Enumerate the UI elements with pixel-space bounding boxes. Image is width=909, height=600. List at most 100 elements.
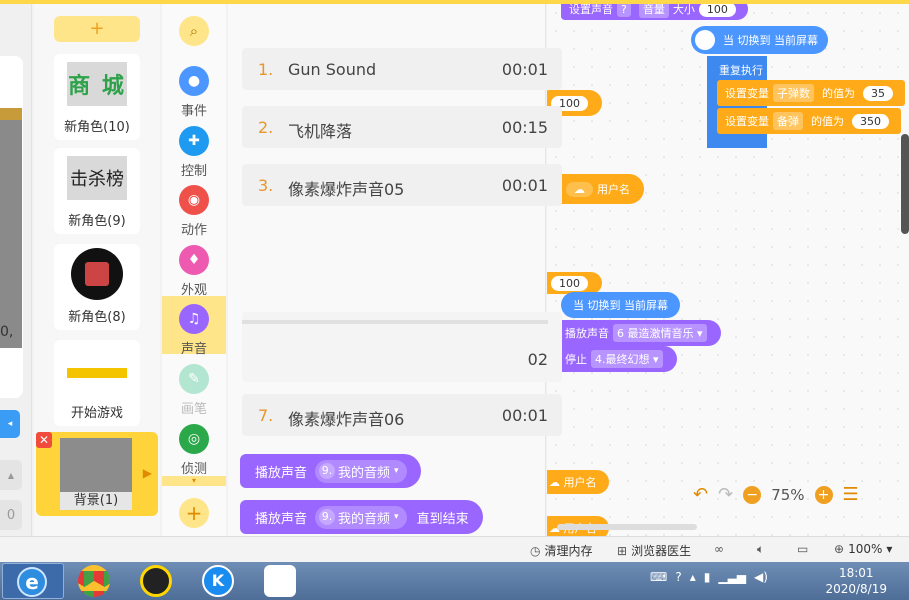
- sprite-card[interactable]: 击杀榜 新角色(9): [54, 148, 140, 234]
- vr-icon[interactable]: ∞: [714, 542, 728, 556]
- sound-list-item[interactable]: 3. 像素爆炸声音05 00:01: [242, 164, 562, 206]
- background-card[interactable]: ✕ 背景(1) ▶: [36, 432, 158, 516]
- window-icon[interactable]: ▭: [797, 542, 812, 556]
- sprite-card[interactable]: 开始游戏: [54, 340, 140, 426]
- category-sound[interactable]: ♫ 声音: [162, 296, 226, 357]
- browser-status-bar: ◷ 清理内存 ⊞ 浏览器医生 ∞ 🔈︎ ▭ ⊕ 100% ▾: [0, 536, 909, 562]
- clear-memory-button[interactable]: ◷ 清理内存: [530, 542, 593, 559]
- undo-icon[interactable]: ↶: [693, 484, 708, 505]
- taskbar: e K ⌨ ? ▴ ▮ ▁▃▅ ◀) 18:01 2020/8/19: [0, 562, 909, 600]
- script-area[interactable]: 设置声音 ? 音量 大小 100 当 切换到 当前屏幕 重复执行 设置变量 子弹…: [547, 4, 909, 536]
- category-label: 事件: [180, 104, 207, 119]
- chrome-icon[interactable]: [78, 565, 110, 597]
- sound-dropdown[interactable]: 9. 我的音频 ▾: [315, 505, 407, 529]
- start-button[interactable]: e: [2, 563, 64, 599]
- kugou-icon[interactable]: K: [202, 565, 234, 597]
- stage-zero-button[interactable]: 0: [0, 500, 22, 530]
- stage-preview[interactable]: [0, 108, 22, 348]
- sprite-card[interactable]: 新角色(8): [54, 244, 140, 330]
- sound-flyout: 1. Gun Sound 00:01 2. 飞机降落 00:15 3. 像素爆炸…: [228, 4, 562, 536]
- control-icon: ✚: [179, 126, 209, 156]
- close-icon[interactable]: ✕: [36, 432, 52, 448]
- sound-name: 像素爆炸声音06: [288, 410, 405, 429]
- when-screen-switch-hat[interactable]: 当 切换到 当前屏幕: [691, 26, 828, 54]
- set-variable-block[interactable]: 设置变量 备弹 的值为 350: [717, 108, 901, 134]
- doctor-icon: ⊞: [617, 543, 628, 558]
- category-sensing[interactable]: ◎ 侦测: [162, 420, 226, 478]
- sprite-name: 新角色(10): [64, 120, 130, 135]
- sound-list-item-dragging[interactable]: 02: [242, 312, 562, 382]
- category-pen[interactable]: ✎ 画笔: [162, 360, 226, 418]
- add-sprite-button[interactable]: +: [54, 16, 140, 42]
- when-screen-switch-hat[interactable]: 当 切换到 当前屏幕: [561, 292, 680, 318]
- category-label: 画笔: [180, 402, 207, 417]
- stage-panel: 0, ◂ ▲ 0: [0, 4, 32, 536]
- stage-partial-number: 0,: [0, 324, 14, 340]
- category-label: 控制: [180, 164, 207, 179]
- sound-duration: 00:01: [501, 176, 548, 195]
- clean-up-icon[interactable]: ☰: [843, 484, 859, 505]
- signal-icon[interactable]: ▁▃▅: [718, 570, 746, 584]
- user-name-block[interactable]: ☁ 用户名: [547, 470, 609, 494]
- zoom-in-button[interactable]: +: [814, 485, 833, 504]
- category-motion[interactable]: ◉ 动作: [162, 181, 226, 239]
- sound-list-item[interactable]: 7. 像素爆炸声音06 00:01: [242, 394, 562, 436]
- sound-list-item[interactable]: 2. 飞机降落 00:15: [242, 106, 562, 148]
- block-categories: ⌕ ● 事件 ✚ 控制 ◉ 动作 ♦ 外观 ♫ 声音 ✎ 画笔 ◎ 侦测 ▾ +: [162, 4, 226, 536]
- sound-dropdown[interactable]: 9. 我的音频 ▾: [315, 459, 407, 483]
- tray-arrow-icon[interactable]: ▴: [690, 570, 696, 584]
- category-events[interactable]: ● 事件: [162, 62, 226, 120]
- sound-list-item[interactable]: 1. Gun Sound 00:01: [242, 48, 562, 90]
- sound-name: 像素爆炸声音05: [288, 180, 405, 199]
- sound-name: Gun Sound: [288, 60, 377, 79]
- redo-icon[interactable]: ↷: [718, 484, 733, 505]
- zoom-level: 75%: [771, 485, 805, 504]
- battery-icon[interactable]: ▮: [704, 570, 711, 584]
- cloud-icon: ☁: [549, 475, 564, 489]
- cloud-icon: ☁: [566, 181, 593, 197]
- sprite-name: 开始游戏: [70, 406, 123, 421]
- horizontal-scrollbar[interactable]: [557, 524, 697, 530]
- sound-duration: 00:01: [501, 406, 548, 425]
- divider: [242, 320, 548, 324]
- zoom-indicator[interactable]: ⊕ 100% ▾: [834, 542, 892, 556]
- help-icon[interactable]: ?: [675, 570, 681, 584]
- play-sound-block[interactable]: 播放声音 9. 我的音频 ▾: [240, 454, 421, 488]
- volume-icon[interactable]: 🔈︎: [757, 542, 768, 557]
- stop-sound-block[interactable]: 停止 4.最终幻想 ▾: [555, 346, 677, 372]
- keyboard-icon[interactable]: ⌨: [650, 570, 667, 584]
- category-control[interactable]: ✚ 控制: [162, 122, 226, 180]
- play-sound-block[interactable]: 播放声音 6 最造激情音乐 ▾: [555, 320, 721, 346]
- chevron-down-icon[interactable]: ▾: [162, 476, 226, 486]
- system-clock[interactable]: 18:01 2020/8/19: [825, 565, 887, 597]
- screen-icon: [695, 30, 715, 50]
- background-name: 背景(1): [60, 492, 132, 510]
- vertical-scrollbar[interactable]: [901, 134, 909, 234]
- sprite-thumbnail: 击杀榜: [67, 156, 127, 200]
- expand-arrow-icon[interactable]: ▶: [143, 466, 152, 480]
- qq-icon[interactable]: [140, 565, 172, 597]
- app-icon[interactable]: [264, 565, 296, 597]
- set-volume-block[interactable]: 设置声音 ? 音量 大小 100: [561, 4, 748, 20]
- speaker-icon[interactable]: ◀): [754, 570, 768, 584]
- motion-icon: ◉: [179, 185, 209, 215]
- sprite-card[interactable]: 商 城 新角色(10): [54, 54, 140, 140]
- sprite-thumbnail: [71, 248, 123, 300]
- search-icon: ⌕: [179, 16, 209, 46]
- pen-icon: ✎: [179, 364, 209, 394]
- stage-blue-button[interactable]: ◂: [0, 410, 20, 438]
- set-variable-block[interactable]: 设置变量 子弹数 的值为 35: [717, 80, 905, 106]
- sound-icon: ♫: [179, 304, 209, 334]
- stage-up-button[interactable]: ▲: [0, 460, 22, 490]
- zoom-out-button[interactable]: −: [743, 485, 762, 504]
- sprite-name: 新角色(9): [68, 214, 126, 229]
- browser-doctor-button[interactable]: ⊞ 浏览器医生: [617, 542, 691, 559]
- category-looks[interactable]: ♦ 外观: [162, 241, 226, 299]
- number-block[interactable]: 100: [547, 272, 602, 294]
- play-sound-until-done-block[interactable]: 播放声音 9. 我的音频 ▾ 直到结束: [240, 500, 483, 534]
- stage-preview-strip: [0, 108, 22, 120]
- category-label: 声音: [180, 342, 207, 357]
- add-extension-button[interactable]: +: [179, 498, 209, 528]
- sprite-thumbnail: [67, 368, 127, 378]
- looks-icon: ♦: [179, 245, 209, 275]
